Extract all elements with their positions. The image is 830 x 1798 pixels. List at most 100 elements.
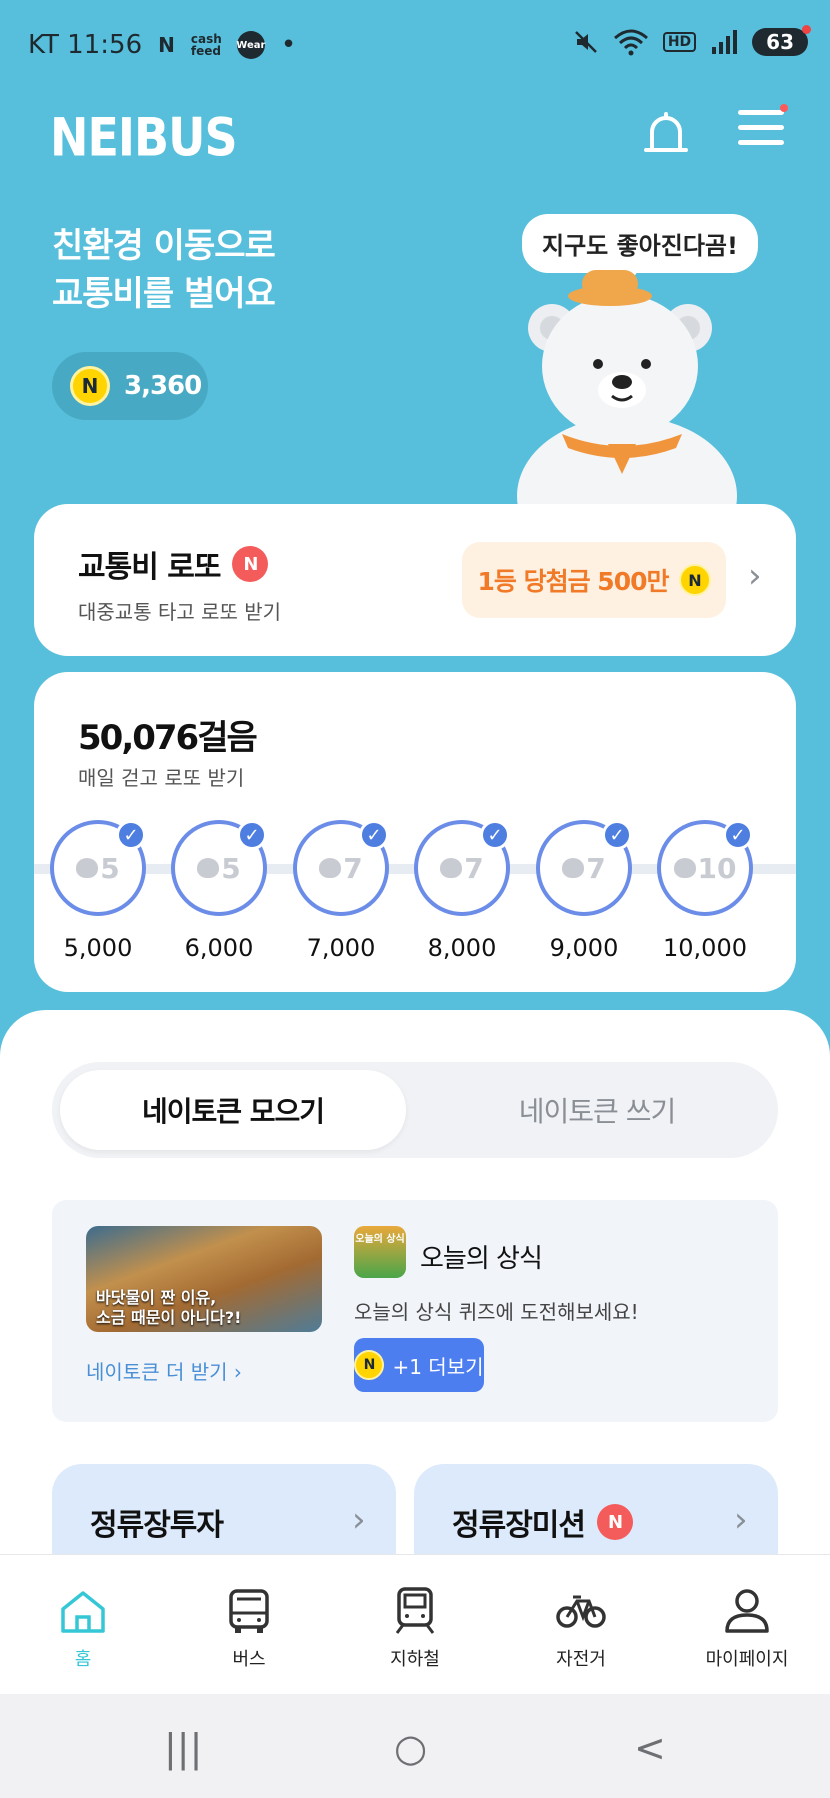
more-button-label: +1 더보기 xyxy=(392,1354,484,1379)
battery-indicator: 63 xyxy=(752,25,811,56)
stop-mission-card[interactable]: 정류장미션 N › xyxy=(414,1464,778,1564)
money-bag-icon xyxy=(562,858,585,878)
nav-subway[interactable]: 지하철 xyxy=(332,1555,498,1694)
carrier-time: KT 11:56 xyxy=(28,30,143,60)
nav-mypage[interactable]: 마이페이지 xyxy=(664,1555,830,1694)
status-right: HD 63 xyxy=(573,25,811,56)
chevron-right-icon: › xyxy=(233,1360,242,1384)
step-milestone[interactable]: 10 ✓ 10,000 xyxy=(657,820,753,962)
reward-circle: 10 ✓ xyxy=(657,820,753,916)
hd-icon: HD xyxy=(662,32,697,52)
quiz-title: 오늘의 상식 xyxy=(420,1244,543,1274)
status-bar: KT 11:56 N cash feed Wear • HD 63 xyxy=(0,0,830,96)
reward-circle: 7 ✓ xyxy=(414,820,510,916)
check-icon: ✓ xyxy=(359,820,389,850)
nav-mypage-label: 마이페이지 xyxy=(705,1649,789,1670)
nav-home[interactable]: 홈 xyxy=(0,1555,166,1694)
chevron-right-icon: › xyxy=(734,1500,748,1540)
bottom-nav: 홈 버스 지하철 자전거 마이페이지 xyxy=(0,1554,830,1694)
steps-card: 50,076걸음 매일 걷고 로또 받기 5 ✓ 5,000 5 ✓ 6,000 7… xyxy=(34,672,796,992)
reward-circle: 7 ✓ xyxy=(536,820,632,916)
bell-icon[interactable] xyxy=(640,108,692,160)
reward-amount: 10 xyxy=(697,851,737,885)
reward-amount: 7 xyxy=(586,851,606,885)
token-tabs: 네이토큰 모으기 네이토큰 쓰기 xyxy=(52,1062,778,1158)
cashfeed-app-icon: cash feed xyxy=(190,32,222,58)
lotto-card[interactable]: 교통비 로또 N 대중교통 타고 로또 받기 1등 당첨금 500만 N › xyxy=(34,504,796,656)
speech-bubble: 지구도 좋아진다곰! xyxy=(522,214,758,285)
lotto-title-text: 교통비 로또 xyxy=(78,550,221,585)
money-bag-icon xyxy=(76,858,99,878)
reward-amount: 5 xyxy=(100,851,120,885)
coin-icon: N xyxy=(678,564,711,596)
step-milestone[interactable]: 5 ✓ 5,000 xyxy=(50,820,146,962)
chevron-right-icon: › xyxy=(352,1500,366,1540)
notification-dot-icon: • xyxy=(280,30,297,60)
money-bag-icon xyxy=(197,858,220,878)
check-icon: ✓ xyxy=(602,820,632,850)
step-milestone[interactable]: 7 ✓ 8,000 xyxy=(414,820,510,962)
check-icon: ✓ xyxy=(723,820,753,850)
back-icon[interactable]: < xyxy=(634,1726,666,1770)
quiz-thumbnail[interactable]: 바닷물이 짠 이유, 소금 때문이 아니다?! xyxy=(86,1226,322,1332)
wear-app-icon: Wear xyxy=(236,31,265,59)
user-icon xyxy=(725,1589,769,1633)
reward-circle: 7 ✓ xyxy=(293,820,389,916)
hero-headline: 친환경 이동으로 교통비를 벌어요 xyxy=(52,222,276,318)
more-button[interactable]: N +1 더보기 xyxy=(354,1338,484,1392)
quiz-app-icon: 오늘의 상식 xyxy=(354,1226,406,1278)
nav-bike-label: 자전거 xyxy=(556,1649,606,1670)
app-logo: NEIBUS xyxy=(50,106,238,169)
lotto-subtitle: 대중교통 타고 로또 받기 xyxy=(78,600,282,624)
headline-line-2: 교통비를 벌어요 xyxy=(52,274,276,314)
reward-amount: 5 xyxy=(221,851,241,885)
chevron-right-icon: › xyxy=(748,556,762,596)
money-bag-icon xyxy=(319,858,342,878)
stop-invest-title-text: 정류장투자 xyxy=(90,1508,224,1543)
step-milestone[interactable]: 7 ✓ 7,000 xyxy=(293,820,389,962)
prize-text: 1등 당첨금 500만 xyxy=(477,567,670,596)
status-left: KT 11:56 N cash feed Wear • xyxy=(28,30,296,60)
steps-count: 50,076걸음 xyxy=(78,718,258,758)
more-tokens-link[interactable]: 네이토큰 더 받기 › xyxy=(86,1356,242,1385)
reward-amount: 7 xyxy=(464,851,484,885)
thumbnail-caption-line-2: 소금 때문이 아니다?! xyxy=(96,1308,242,1327)
more-tokens-link-text: 네이토큰 더 받기 xyxy=(86,1360,228,1384)
steps-subtitle: 매일 걷고 로또 받기 xyxy=(78,766,245,790)
n-app-icon: N xyxy=(158,33,175,57)
new-badge: N xyxy=(597,1504,633,1540)
subway-icon xyxy=(395,1587,435,1634)
token-balance[interactable]: N 3,360 xyxy=(52,352,208,420)
quiz-subtitle: 오늘의 상식 퀴즈에 도전해보세요! xyxy=(354,1300,639,1324)
hamburger-menu-icon[interactable] xyxy=(738,104,788,156)
reward-circle: 5 ✓ xyxy=(50,820,146,916)
nav-home-label: 홈 xyxy=(74,1649,92,1670)
coin-icon: N xyxy=(70,366,110,406)
stop-invest-title: 정류장투자 xyxy=(90,1500,224,1544)
thumbnail-caption-line-1: 바닷물이 짠 이유, xyxy=(96,1288,217,1307)
bicycle-icon xyxy=(556,1595,606,1628)
money-bag-icon xyxy=(673,858,696,878)
step-milestone[interactable]: 5 ✓ 6,000 xyxy=(171,820,267,962)
home-button-icon[interactable]: ○ xyxy=(394,1726,427,1770)
tab-collect[interactable]: 네이토큰 모으기 xyxy=(60,1070,406,1150)
step-goal: 8,000 xyxy=(427,934,497,962)
tab-spend[interactable]: 네이토큰 쓰기 xyxy=(424,1070,770,1150)
check-icon: ✓ xyxy=(116,820,146,850)
step-goal: 10,000 xyxy=(663,934,747,962)
step-goal: 7,000 xyxy=(306,934,376,962)
nav-bus[interactable]: 버스 xyxy=(166,1555,332,1694)
money-bag-icon xyxy=(440,858,463,878)
nav-bike[interactable]: 자전거 xyxy=(498,1555,664,1694)
thumbnail-caption: 바닷물이 짠 이유, 소금 때문이 아니다?! xyxy=(96,1288,241,1328)
signal-icon xyxy=(712,30,738,54)
wifi-icon xyxy=(613,29,648,56)
stop-invest-card[interactable]: 정류장투자 › xyxy=(52,1464,396,1564)
recent-apps-icon[interactable]: ||| xyxy=(164,1726,202,1770)
step-milestone[interactable]: 7 ✓ 9,000 xyxy=(536,820,632,962)
nav-bus-label: 버스 xyxy=(232,1649,266,1670)
quiz-card: 바닷물이 짠 이유, 소금 때문이 아니다?! 네이토큰 더 받기 › 오늘의 … xyxy=(52,1200,778,1422)
step-goal: 5,000 xyxy=(63,934,133,962)
home-icon xyxy=(61,1591,105,1633)
step-goal: 6,000 xyxy=(184,934,254,962)
